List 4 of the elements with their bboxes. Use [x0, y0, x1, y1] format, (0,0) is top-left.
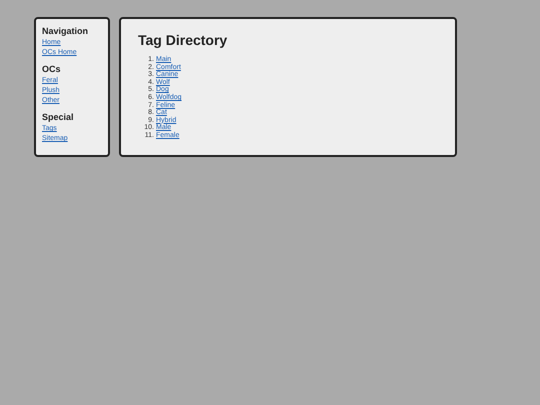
sidebar-heading: Navigation — [42, 25, 90, 37]
sidebar-heading: Special — [42, 111, 75, 123]
page-title: Tag Directory — [138, 31, 228, 49]
sidebar-heading: OCs — [42, 63, 62, 75]
